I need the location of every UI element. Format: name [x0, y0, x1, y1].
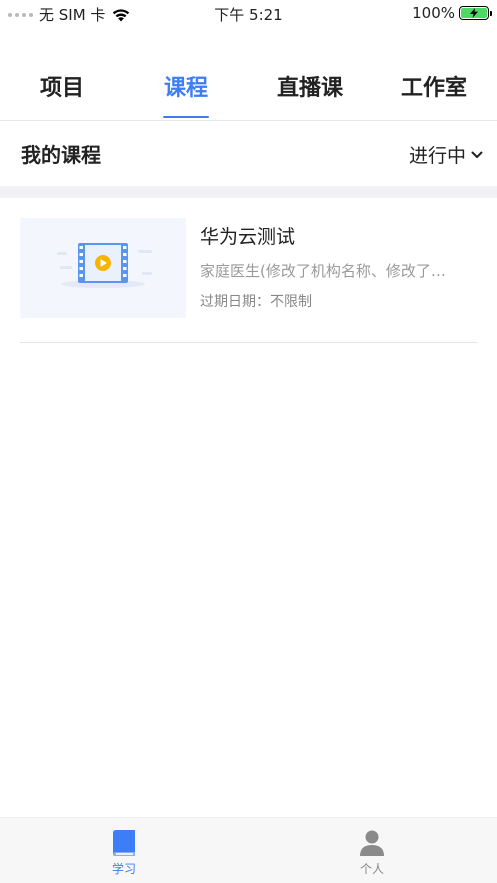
tabs-divider	[0, 120, 497, 121]
bottom-nav-profile[interactable]: 个人	[342, 828, 402, 877]
bottom-nav-label: 学习	[111, 862, 136, 876]
tab-label: 课程	[163, 76, 208, 101]
tab-label: 直播课	[276, 76, 343, 101]
status-bar: 无 SIM 卡 下午 5:21 100%	[0, 0, 497, 28]
chevron-down-icon	[471, 151, 483, 158]
status-filter-dropdown[interactable]: 进行中	[409, 141, 483, 168]
battery-percent: 100%	[412, 4, 455, 22]
course-title: 华为云测试	[200, 226, 296, 248]
course-subtitle: 家庭医生(修改了机构名称、修改了…	[200, 262, 446, 280]
status-right: 100%	[412, 4, 492, 22]
bottom-nav-study[interactable]: 学习	[94, 828, 154, 877]
bottom-nav-label: 个人	[359, 862, 384, 876]
tab-courses[interactable]: 课程	[134, 70, 238, 120]
active-tab-indicator	[163, 116, 209, 118]
tab-label: 工作室	[400, 76, 467, 101]
tab-studio[interactable]: 工作室	[382, 70, 486, 120]
top-tabs: 项目 课程 直播课 工作室	[0, 70, 497, 120]
filter-label: 进行中	[408, 145, 466, 167]
bottom-navigation: 学习 个人	[0, 817, 497, 883]
section-separator	[0, 186, 497, 198]
tab-live-courses[interactable]: 直播课	[258, 70, 362, 120]
video-placeholder-icon	[57, 243, 152, 288]
person-icon	[360, 830, 384, 856]
section-header: 我的课程 进行中	[0, 135, 497, 175]
battery-icon	[459, 6, 492, 20]
section-title: 我的课程	[21, 143, 101, 167]
charging-bolt-icon	[470, 8, 478, 18]
tab-projects[interactable]: 项目	[10, 70, 114, 120]
course-list-item[interactable]: 华为云测试 家庭医生(修改了机构名称、修改了… 过期日期：不限制	[20, 218, 478, 318]
tab-label: 项目	[39, 76, 84, 101]
course-thumbnail	[20, 218, 186, 318]
book-icon	[113, 830, 135, 856]
list-divider	[20, 342, 478, 343]
course-expiry-date: 过期日期：不限制	[200, 294, 312, 310]
